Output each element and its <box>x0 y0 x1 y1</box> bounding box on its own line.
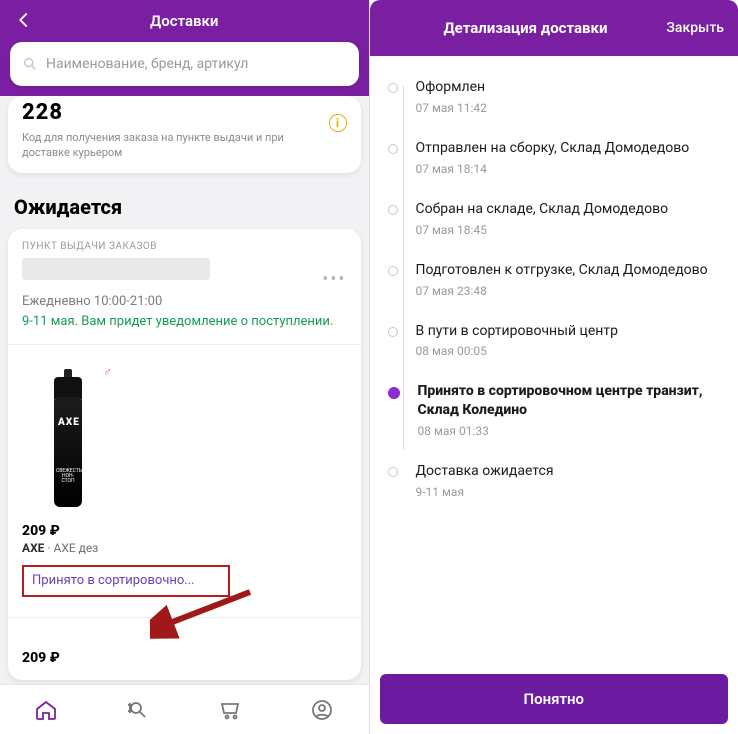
close-button[interactable]: Закрыть <box>666 20 724 36</box>
product-status[interactable]: Принято в сортировочно... <box>22 565 230 597</box>
pickup-label: ПУНКТ ВЫДАЧИ ЗАКАЗОВ <box>22 241 347 252</box>
bottom-nav <box>0 684 369 734</box>
timeline-step-title: Принято в сортировочном центре транзит, … <box>418 382 721 420</box>
product-item[interactable]: AXE СВЕЖЕСТЬНОН-СТОП ♂ 209 ₽ AXE · AXE д… <box>22 359 347 666</box>
deliveries-screen: Доставки Наименование, бренд, артикул 22… <box>0 0 370 734</box>
timeline-step: Принято в сортировочном центре транзит, … <box>388 382 721 438</box>
timeline-step-title: Отправлен на сборку, Склад Домодедово <box>416 139 690 158</box>
timeline-step-title: Доставка ожидается <box>416 462 554 481</box>
timeline-dot <box>388 83 398 93</box>
timeline-step-date: 07 мая 18:45 <box>416 223 669 237</box>
timeline-dot <box>388 327 398 337</box>
info-icon[interactable]: i <box>329 114 347 132</box>
timeline-step-date: 9-11 мая <box>416 485 554 499</box>
search-input[interactable]: Наименование, бренд, артикул <box>10 42 359 86</box>
product-name: AXE · AXE дез <box>22 541 347 555</box>
timeline-step: Подготовлен к отгрузке, Склад Домодедово… <box>388 261 721 298</box>
pickup-code-card: 228 Код для получения заказа на пункте в… <box>8 96 361 173</box>
product-price: 209 ₽ <box>22 523 347 539</box>
timeline-step: Отправлен на сборку, Склад Домодедово 07 … <box>388 139 721 176</box>
header: Доставки Наименование, бренд, артикул <box>0 0 369 96</box>
product-image: AXE СВЕЖЕСТЬНОН-СТОП ♂ <box>28 363 108 513</box>
timeline-step: Доставка ожидается 9-11 мая <box>388 462 721 499</box>
page-title: Доставки <box>150 12 218 30</box>
timeline-step-date: 07 мая 18:14 <box>416 162 690 176</box>
gender-icon: ♂ <box>103 365 112 379</box>
nav-home-icon[interactable] <box>33 697 59 723</box>
timeline-step-date: 07 мая 11:42 <box>416 101 487 115</box>
search-placeholder: Наименование, бренд, артикул <box>46 56 248 72</box>
timeline-dot <box>388 266 398 276</box>
timeline: Оформлен 07 мая 11:42 Отправлен на сборку,… <box>370 56 738 533</box>
nav-profile-icon[interactable] <box>309 697 335 723</box>
pickup-code: 228 <box>22 100 347 125</box>
timeline-step-title: Собран на складе, Склад Домодедово <box>416 200 669 219</box>
timeline-step-date: 08 мая 01:33 <box>418 424 721 438</box>
timeline-dot <box>388 144 398 154</box>
detail-title: Детализация доставки <box>444 19 608 37</box>
more-icon[interactable]: ••• <box>322 269 346 290</box>
pickup-eta: 9-11 мая. Вам придет уведомление о посту… <box>22 313 347 331</box>
pickup-address-redacted <box>22 258 210 280</box>
search-icon <box>22 56 38 72</box>
timeline-dot <box>388 205 398 215</box>
back-icon[interactable] <box>14 10 34 30</box>
section-title: Ожидается <box>14 195 355 219</box>
timeline-step-title: Оформлен <box>416 78 487 97</box>
ok-button[interactable]: Понятно <box>380 674 729 724</box>
divider <box>8 344 361 345</box>
divider <box>8 617 361 618</box>
timeline-dot <box>388 467 398 477</box>
nav-search-icon[interactable] <box>125 697 151 723</box>
timeline-step-date: 08 мая 00:05 <box>416 344 618 358</box>
pickup-code-desc: Код для получения заказа на пункте выдач… <box>22 131 312 161</box>
pickup-card: ПУНКТ ВЫДАЧИ ЗАКАЗОВ ••• Ежедневно 10:00… <box>8 229 361 681</box>
timeline-step: В пути в сортировочный центр 08 мая 00:05 <box>388 322 721 359</box>
timeline-step-date: 07 мая 23:48 <box>416 284 708 298</box>
order-total: 209 ₽ <box>22 650 347 666</box>
timeline-step: Собран на складе, Склад Домодедово 07 мая… <box>388 200 721 237</box>
detail-header: Детализация доставки Закрыть <box>370 0 738 56</box>
timeline-step: Оформлен 07 мая 11:42 <box>388 78 721 115</box>
timeline-step-title: В пути в сортировочный центр <box>416 322 618 341</box>
delivery-detail-screen: Детализация доставки Закрыть Оформлен 07 … <box>370 0 738 734</box>
timeline-dot-current <box>388 387 400 399</box>
nav-cart-icon[interactable] <box>217 697 243 723</box>
timeline-step-title: Подготовлен к отгрузке, Склад Домодедово <box>416 261 708 280</box>
pickup-schedule: Ежедневно 10:00-21:00 <box>22 294 347 309</box>
